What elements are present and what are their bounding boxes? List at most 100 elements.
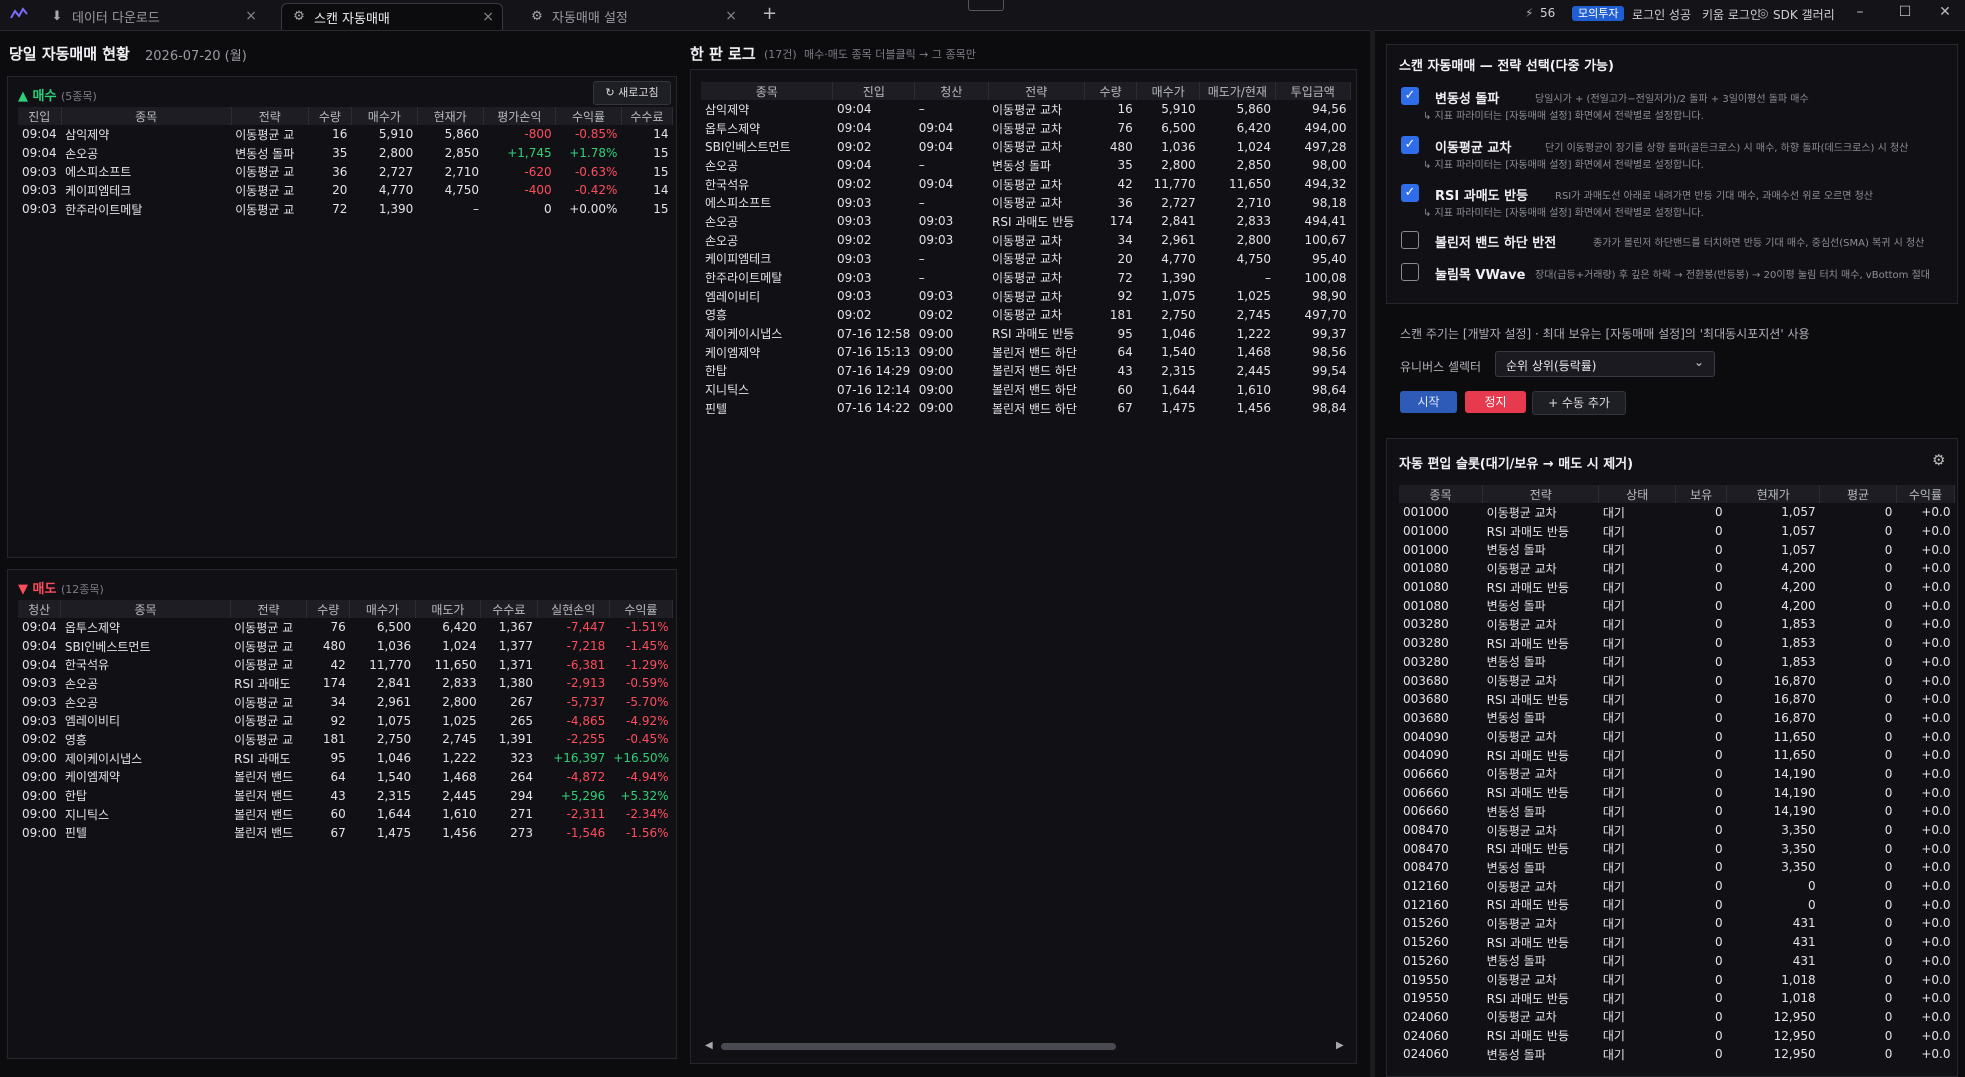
- table-row[interactable]: 024060 이동평균 교차 대기 0 12,950 0 +0.0: [1399, 1008, 1955, 1027]
- column-header[interactable]: 매수가: [1136, 82, 1201, 100]
- panel-splitter[interactable]: [1370, 30, 1375, 1077]
- checkbox-ma-cross[interactable]: ✓: [1401, 136, 1419, 154]
- table-row[interactable]: 003280 이동평균 교차 대기 0 1,853 0 +0.0: [1399, 615, 1955, 634]
- table-row[interactable]: 09:04 옵투스제약 이동평균 교 76 6,500 6,420 1,367 -7,447 -…: [18, 618, 673, 637]
- column-header[interactable]: 청산: [914, 82, 989, 100]
- table-row[interactable]: 케이피엠테크 09:03 – 이동평균 교차 20 4,770 4,750 95,40: [701, 250, 1351, 269]
- table-row[interactable]: 핀텔 07-16 14:22 09:00 볼린저 밴드 하단 67 1,475 1,456 9…: [701, 399, 1351, 418]
- column-header[interactable]: 전략: [230, 600, 308, 618]
- tab-autotrade-settings[interactable]: ⚙ 자동매매 설정 ×: [520, 3, 745, 30]
- table-row[interactable]: 영흥 09:02 09:02 이동평균 교차 181 2,750 2,745 497,70: [701, 306, 1351, 325]
- start-button[interactable]: 시작: [1400, 391, 1457, 413]
- table-row[interactable]: 015260 이동평균 교차 대기 0 431 0 +0.0: [1399, 914, 1955, 933]
- column-header[interactable]: 수수료: [621, 107, 674, 125]
- table-row[interactable]: 09:03 손오공 이동평균 교 34 2,961 2,800 267 -5,737 -5.70…: [18, 693, 673, 712]
- tab-data-download[interactable]: ⬇ 데이터 다운로드 ×: [40, 3, 265, 30]
- column-header[interactable]: 종목: [701, 82, 834, 100]
- table-row[interactable]: 012160 RSI 과매도 반등 대기 0 0 0 +0.0: [1399, 895, 1955, 914]
- table-row[interactable]: 삼익제약 09:04 – 이동평균 교차 16 5,910 5,860 94,56: [701, 100, 1351, 119]
- table-row[interactable]: 09:00 제이케이시냅스 RSI 과매도 95 1,046 1,222 323 +16,39…: [18, 749, 673, 768]
- checkbox-bollinger[interactable]: [1401, 231, 1419, 249]
- table-row[interactable]: 001000 변동성 돌파 대기 0 1,057 0 +0.0: [1399, 540, 1955, 559]
- table-row[interactable]: 09:04 SBI인베스트먼트 이동평균 교 480 1,036 1,024 1,377 -7…: [18, 637, 673, 656]
- table-row[interactable]: 09:00 지니틱스 볼린저 밴드 60 1,644 1,610 271 -2,311 -2.3…: [18, 805, 673, 824]
- table-row[interactable]: 09:02 영흥 이동평균 교 181 2,750 2,745 1,391 -2,255 -0.…: [18, 730, 673, 749]
- table-row[interactable]: 003680 RSI 과매도 반등 대기 0 16,870 0 +0.0: [1399, 690, 1955, 709]
- table-row[interactable]: 09:00 한탑 볼린저 밴드 43 2,315 2,445 294 +5,296 +5.32%: [18, 786, 673, 805]
- close-window-icon[interactable]: ✕: [1930, 4, 1960, 20]
- table-row[interactable]: 에스피소프트 09:03 – 이동평균 교차 36 2,727 2,710 98,18: [701, 193, 1351, 212]
- column-header[interactable]: 수익률: [609, 600, 674, 618]
- table-row[interactable]: 008470 변동성 돌파 대기 0 3,350 0 +0.0: [1399, 858, 1955, 877]
- table-row[interactable]: 019550 이동평균 교차 대기 0 1,018 0 +0.0: [1399, 970, 1955, 989]
- table-row[interactable]: 008470 이동평균 교차 대기 0 3,350 0 +0.0: [1399, 821, 1955, 840]
- close-icon[interactable]: ×: [245, 8, 257, 24]
- column-header[interactable]: 수수료: [480, 600, 538, 618]
- table-row[interactable]: 006660 RSI 과매도 반등 대기 0 14,190 0 +0.0: [1399, 783, 1955, 802]
- column-header[interactable]: 종목: [1399, 485, 1484, 503]
- table-row[interactable]: 006660 이동평균 교차 대기 0 14,190 0 +0.0: [1399, 765, 1955, 784]
- add-tab-button[interactable]: +: [762, 3, 777, 24]
- column-header[interactable]: 종목: [61, 107, 232, 125]
- table-row[interactable]: 001000 이동평균 교차 대기 0 1,057 0 +0.0: [1399, 503, 1955, 522]
- table-row[interactable]: 09:04 손오공 변동성 돌파 35 2,800 2,850 +1,745 +1.78% 15: [18, 144, 673, 163]
- column-header[interactable]: 매도가/현재: [1199, 82, 1276, 100]
- table-row[interactable]: 09:04 한국석유 이동평균 교 42 11,770 11,650 1,371 -6,381…: [18, 655, 673, 674]
- table-row[interactable]: 024060 변동성 돌파 대기 0 12,950 0 +0.0: [1399, 1045, 1955, 1064]
- scroll-right-icon[interactable]: ▶: [1336, 1040, 1344, 1051]
- table-row[interactable]: 001080 변동성 돌파 대기 0 4,200 0 +0.0: [1399, 596, 1955, 615]
- refresh-button[interactable]: ↻ 새로고침: [593, 81, 671, 105]
- table-row[interactable]: 09:03 케이피엠테크 이동평균 교 20 4,770 4,750 -400 -0.42% 1…: [18, 181, 673, 200]
- column-header[interactable]: 현재가: [1726, 485, 1821, 503]
- column-header[interactable]: 매수가: [349, 600, 416, 618]
- column-header[interactable]: 매도가: [415, 600, 482, 618]
- column-header[interactable]: 전략: [988, 82, 1085, 100]
- scroll-left-icon[interactable]: ◀: [705, 1040, 713, 1051]
- table-row[interactable]: 제이케이시냅스 07-16 12:58 09:00 RSI 과매도 반등 95 1,046…: [701, 324, 1351, 343]
- checkbox-volatility-breakout[interactable]: ✓: [1401, 87, 1419, 105]
- table-row[interactable]: 09:03 한주라이트메탈 이동평균 교 72 1,390 – 0 +0.00% 15: [18, 200, 673, 219]
- column-header[interactable]: 수량: [1084, 82, 1138, 100]
- table-row[interactable]: 004090 이동평균 교차 대기 0 11,650 0 +0.0: [1399, 727, 1955, 746]
- tab-scan-autotrade[interactable]: ⚙ 스캔 자동매매 ×: [281, 3, 503, 30]
- table-row[interactable]: 003280 변동성 돌파 대기 0 1,853 0 +0.0: [1399, 653, 1955, 672]
- table-row[interactable]: 09:00 케이엠제약 볼린저 밴드 64 1,540 1,468 264 -4,872 -4.…: [18, 768, 673, 787]
- table-row[interactable]: 008470 RSI 과매도 반등 대기 0 3,350 0 +0.0: [1399, 839, 1955, 858]
- stop-button[interactable]: 정지: [1465, 391, 1526, 413]
- column-header[interactable]: 수량: [306, 600, 351, 618]
- table-row[interactable]: 09:04 삼익제약 이동평균 교 16 5,910 5,860 -800 -0.85% 14: [18, 125, 673, 144]
- column-header[interactable]: 현재가: [417, 107, 484, 125]
- table-row[interactable]: SBI인베스트먼트 09:02 09:04 이동평균 교차 480 1,036 1,024 4…: [701, 137, 1351, 156]
- table-row[interactable]: 004090 RSI 과매도 반등 대기 0 11,650 0 +0.0: [1399, 746, 1955, 765]
- table-row[interactable]: 손오공 09:03 09:03 RSI 과매도 반등 174 2,841 2,833 494,…: [701, 212, 1351, 231]
- column-header[interactable]: 진입: [18, 107, 62, 125]
- table-row[interactable]: 09:03 에스피소프트 이동평균 교 36 2,727 2,710 -620 -0.63% 1…: [18, 162, 673, 181]
- checkbox-vwave[interactable]: [1401, 263, 1419, 281]
- column-header[interactable]: 전략: [231, 107, 309, 125]
- column-header[interactable]: 종목: [60, 600, 231, 618]
- table-row[interactable]: 024060 RSI 과매도 반등 대기 0 12,950 0 +0.0: [1399, 1026, 1955, 1045]
- table-row[interactable]: 015260 RSI 과매도 반등 대기 0 431 0 +0.0: [1399, 933, 1955, 952]
- table-row[interactable]: 손오공 09:04 – 변동성 돌파 35 2,800 2,850 98,00: [701, 156, 1351, 175]
- column-header[interactable]: 진입: [832, 82, 916, 100]
- column-header[interactable]: 투입금액: [1275, 82, 1352, 100]
- column-header[interactable]: 매수가: [351, 107, 418, 125]
- column-header[interactable]: 수익률: [1896, 485, 1956, 503]
- table-row[interactable]: 001080 이동평균 교차 대기 0 4,200 0 +0.0: [1399, 559, 1955, 578]
- manual-add-button[interactable]: + 수동 추가: [1532, 391, 1626, 415]
- column-header[interactable]: 실현손익: [537, 600, 610, 618]
- column-header[interactable]: 수량: [308, 107, 352, 125]
- table-row[interactable]: 006660 변동성 돌파 대기 0 14,190 0 +0.0: [1399, 802, 1955, 821]
- close-icon[interactable]: ×: [725, 8, 737, 24]
- column-header[interactable]: 평가손익: [483, 107, 557, 125]
- column-header[interactable]: 상태: [1598, 485, 1677, 503]
- table-row[interactable]: 003680 이동평균 교차 대기 0 16,870 0 +0.0: [1399, 671, 1955, 690]
- gear-icon[interactable]: ⚙: [1932, 451, 1945, 469]
- minimize-icon[interactable]: –: [1845, 4, 1875, 20]
- column-header[interactable]: 청산: [18, 600, 62, 618]
- table-row[interactable]: 손오공 09:02 09:03 이동평균 교차 34 2,961 2,800 100,67: [701, 231, 1351, 250]
- table-row[interactable]: 019550 RSI 과매도 반등 대기 0 1,018 0 +0.0: [1399, 989, 1955, 1008]
- table-row[interactable]: 09:00 핀텔 볼린저 밴드 67 1,475 1,456 273 -1,546 -1.56%: [18, 824, 673, 843]
- column-header[interactable]: 수익률: [555, 107, 622, 125]
- close-icon[interactable]: ×: [482, 9, 494, 25]
